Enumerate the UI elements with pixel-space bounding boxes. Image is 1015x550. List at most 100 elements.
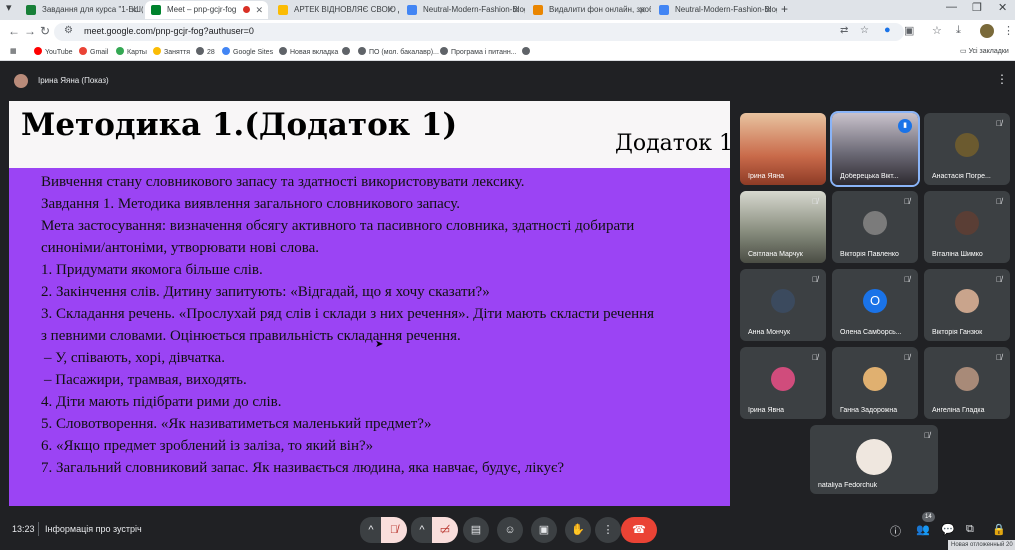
divider [38, 522, 39, 536]
bookmark-maps[interactable]: Карты [116, 47, 147, 56]
participant-tile[interactable]: 🎙̸ Світлана Марчук [740, 191, 826, 263]
bookmark-po-bachelor[interactable]: ПО (мол. бакалавр)... [358, 47, 439, 56]
tab-course-tasks[interactable]: Завдання для курса "1-БШ(3)... ✕ [20, 1, 143, 19]
maps-icon [116, 47, 124, 55]
participant-tile[interactable]: 🎙̸ Ірина Явна [740, 347, 826, 419]
bookmark-globe[interactable] [342, 47, 353, 56]
participant-name: Ганна Задорожна [840, 407, 898, 414]
translate-icon[interactable]: ⇄ [840, 25, 848, 36]
participant-name: Світлана Марчук [748, 251, 803, 258]
emoji-button[interactable]: ☺ [497, 517, 523, 543]
mic-off-icon: 🎙̸ [904, 197, 910, 206]
reload-icon[interactable]: ↻ [40, 24, 50, 38]
bookmarks-icon[interactable]: ☆ [932, 24, 942, 37]
bookmark-program[interactable]: Програма і питанн... [440, 47, 517, 56]
avatar [955, 211, 979, 235]
participant-tile[interactable]: 🎙̸ О Олена Самборсь... [832, 269, 918, 341]
tab-fashion-blog-2[interactable]: Neutral-Modern-Fashion-Blog... ✕ [653, 1, 777, 19]
tab-fashion-blog-1[interactable]: Neutral-Modern-Fashion-Blog... ✕ [401, 1, 525, 19]
close-icon[interactable]: ✕ [764, 1, 772, 19]
bookmark-label: 28 [207, 49, 215, 56]
tab-title: Видалити фон онлайн, зробі... [549, 5, 651, 14]
site-info-icon[interactable]: ⚙ [64, 25, 73, 36]
tab-title: Neutral-Modern-Fashion-Blog... [675, 5, 777, 14]
participant-tile[interactable]: 🎙̸ nataliya Fedorchuk [810, 425, 938, 494]
bookmark-globe-2[interactable] [522, 47, 533, 56]
slide-line: Мета застосування: визначення обсягу акт… [41, 218, 635, 234]
bookmark-new-tab[interactable]: Новая вкладка [279, 47, 338, 56]
participant-tile[interactable]: 🎙̸ Анастасія Погре... [924, 113, 1010, 185]
browser-tab-strip: Завдання для курса "1-БШ(3)... ✕ Meet – … [0, 0, 1015, 20]
tab-search-icon[interactable]: ▾ [6, 1, 12, 14]
chat-icon[interactable]: 💬 [941, 523, 955, 536]
meet-icon [151, 5, 161, 15]
page-icon [278, 5, 288, 15]
forward-icon[interactable]: → [24, 24, 36, 38]
extensions-icon[interactable]: ▣ [904, 24, 914, 37]
more-options-button[interactable]: ⋮ [595, 517, 621, 543]
status-bar-text: Новая отложенный 20 [948, 540, 1015, 550]
participant-tile[interactable]: Ірина Яяна [740, 113, 826, 185]
bookmark-star-icon[interactable]: ☆ [860, 25, 869, 36]
tab-title: Завдання для курса "1-БШ(3)... [42, 5, 143, 14]
activities-icon[interactable]: ⧉ [966, 523, 974, 536]
mic-toggle-button[interactable]: 🎙̸ [381, 517, 407, 543]
bookmark-label: YouTube [45, 49, 73, 56]
video-options-button[interactable]: ^ [411, 517, 433, 543]
close-window-button[interactable]: ✕ [998, 1, 1007, 14]
camera-toggle-button[interactable]: ▭̸ [432, 517, 458, 543]
close-icon[interactable]: ✕ [512, 1, 520, 19]
more-options-icon[interactable]: ⋮ [996, 72, 1008, 86]
presenter-avatar [14, 74, 28, 88]
participant-tile[interactable]: 🎙̸ Вікторія Ганзюк [924, 269, 1010, 341]
close-icon[interactable]: ✕ [130, 1, 138, 19]
audio-options-button[interactable]: ^ [360, 517, 382, 543]
globe-icon [342, 47, 350, 55]
people-icon[interactable]: 👥 [916, 523, 930, 536]
bookmark-classes[interactable]: Заняття [153, 47, 190, 56]
close-icon[interactable]: ✕ [255, 1, 263, 19]
participant-tile[interactable]: 🎙̸ Вікторія Павленко [832, 191, 918, 263]
meeting-info-label[interactable]: Інформація про зустріч [45, 524, 142, 534]
meet-control-bar: 13:23 Інформація про зустріч ^ 🎙̸ ^ ▭̸ ▤… [0, 510, 1015, 550]
bookmark-label: ПО (мол. бакалавр)... [369, 49, 439, 56]
slide-line: синоніми/антоніми, утворювати нові слова… [41, 240, 320, 256]
extension-dot-icon[interactable]: ● [884, 24, 891, 36]
menu-icon[interactable]: ⋮ [1003, 24, 1014, 37]
slide-subtitle: Додаток 1 [615, 131, 730, 156]
participant-name: Олена Самборсь... [840, 329, 902, 336]
raise-hand-button[interactable]: ✋ [565, 517, 591, 543]
participant-tile[interactable]: 🎙̸ Анна Мончук [740, 269, 826, 341]
present-screen-button[interactable]: ▣ [531, 517, 557, 543]
all-bookmarks[interactable]: ▭ Усі закладки [960, 47, 1009, 55]
participant-tile[interactable]: 🎙̸ Ангеліна Гладка [924, 347, 1010, 419]
close-icon[interactable]: ✕ [386, 1, 394, 19]
bookmark-gmail[interactable]: Gmail [79, 47, 108, 56]
bookmark-google-sites[interactable]: Google Sites [222, 47, 273, 56]
maximize-button[interactable]: ❐ [972, 1, 982, 14]
host-controls-icon[interactable]: 🔒 [992, 523, 1006, 536]
slide-line: 3. Складання речень. «Прослухай ряд слів… [41, 306, 655, 322]
tab-meet[interactable]: Meet – pnp-gcjr-fog ✕ [145, 1, 268, 19]
new-tab-button[interactable]: + [781, 2, 788, 16]
minimize-button[interactable]: — [946, 1, 957, 13]
bookmark-youtube[interactable]: YouTube [34, 47, 73, 56]
close-icon[interactable]: ✕ [638, 1, 646, 19]
address-bar[interactable]: ⚙ meet.google.com/pnp-gcjr-fog?authuser=… [54, 23, 904, 41]
presenter-bar: Ірина Яяна (Показ) ⋮ [0, 62, 1015, 100]
apps-icon[interactable]: ▦ [10, 47, 17, 55]
bookmark-label: Усі закладки [968, 48, 1009, 55]
participant-tile[interactable]: 🎙̸ Ганна Задорожна [832, 347, 918, 419]
profile-avatar[interactable] [980, 24, 994, 38]
participant-tile[interactable]: ▮ Доберецька Вікт... [830, 111, 920, 187]
participant-tile[interactable]: 🎙̸ Віталіна Шимко [924, 191, 1010, 263]
info-icon[interactable]: ⓘ [890, 523, 901, 539]
mic-off-icon: 🎙̸ [812, 275, 818, 284]
captions-button[interactable]: ▤ [463, 517, 489, 543]
downloads-icon[interactable]: ⤓ [956, 24, 961, 37]
back-icon[interactable]: ← [8, 24, 20, 38]
tab-remove-bg[interactable]: Видалити фон онлайн, зробі... ✕ [527, 1, 651, 19]
bookmark-28[interactable]: 28 [196, 47, 215, 56]
leave-call-button[interactable]: ☎ [621, 517, 657, 543]
tab-artek[interactable]: АРТЕК ВІДНОВЛЯЄ СВОЮ ДІЯ... ✕ [272, 1, 399, 19]
